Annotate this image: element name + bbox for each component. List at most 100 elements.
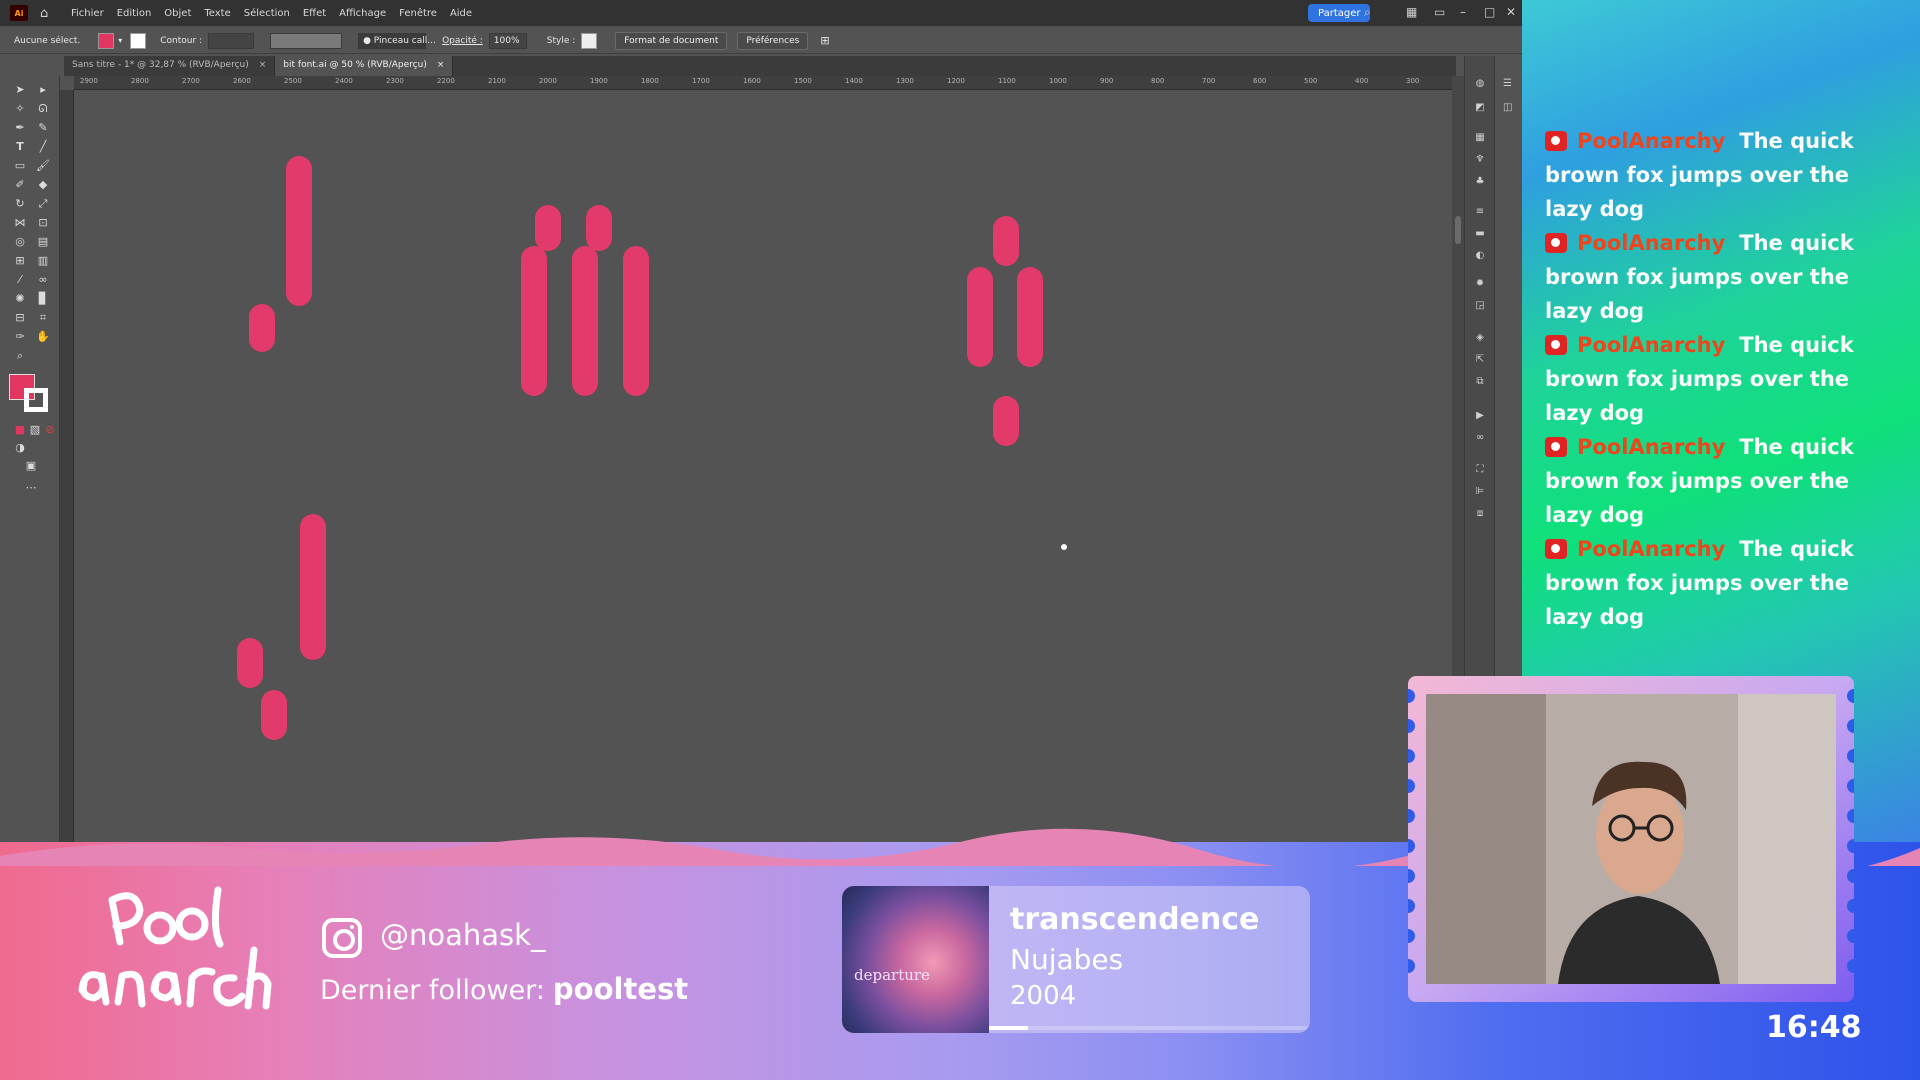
symbol-sprayer-icon[interactable]: ✺ <box>11 291 29 307</box>
opacity-field[interactable]: 100% <box>488 32 527 49</box>
glyph-stroke[interactable] <box>249 304 275 352</box>
eyedropper-icon[interactable]: ⁄ <box>11 272 29 288</box>
menu-edition[interactable]: Edition <box>117 8 152 19</box>
lasso-icon[interactable]: ᘏ <box>34 101 52 117</box>
symbols-icon[interactable]: ♣ <box>1473 176 1487 188</box>
share-button[interactable]: Partager <box>1308 4 1371 22</box>
stroke-color-swatch[interactable] <box>24 388 48 412</box>
menu-texte[interactable]: Texte <box>204 8 230 19</box>
close-icon[interactable]: ✕ <box>1506 5 1516 19</box>
type-tool-icon[interactable]: T <box>11 139 29 155</box>
glyph-stroke[interactable] <box>261 690 287 740</box>
transform-icon[interactable]: ⛶ <box>1473 464 1487 476</box>
home-icon[interactable]: ⌂ <box>40 6 58 21</box>
glyph-stroke[interactable] <box>586 205 612 251</box>
glyph-stroke[interactable] <box>993 396 1019 446</box>
more-tools-icon[interactable]: ⋯ <box>22 480 40 496</box>
shaper-tool-icon[interactable]: ✐ <box>11 177 29 193</box>
graphic-styles-icon[interactable]: ◲ <box>1473 300 1487 312</box>
perspective-grid-icon[interactable]: ▤ <box>34 234 52 250</box>
tab-sans-titre[interactable]: Sans titre - 1* @ 32,87 % (RVB/Aperçu) × <box>64 56 276 76</box>
selection-tool-icon[interactable]: ➤ <box>11 82 29 98</box>
rotate-tool-icon[interactable]: ↻ <box>11 196 29 212</box>
preferences-button[interactable]: Préférences <box>737 31 809 50</box>
shape-builder-icon[interactable]: ◎ <box>11 234 29 250</box>
brush-tool-icon[interactable]: 🖌 <box>34 158 52 174</box>
workspace-icon[interactable]: ▦ <box>1406 5 1417 19</box>
direct-selection-tool-icon[interactable]: ▸ <box>34 82 52 98</box>
libraries-icon[interactable]: ◩ <box>1473 102 1487 114</box>
appearance-icon[interactable]: ✹ <box>1473 278 1487 290</box>
transparency-icon[interactable]: ◐ <box>1473 250 1487 262</box>
close-icon[interactable]: × <box>259 60 267 70</box>
learn-icon[interactable]: ◫ <box>1503 102 1512 113</box>
pathfinder-icon[interactable]: ⧈ <box>1473 508 1487 520</box>
search-icon[interactable]: ⌕ <box>1364 5 1371 20</box>
glyph-stroke[interactable] <box>286 156 312 306</box>
menu-fichier[interactable]: Fichier <box>71 8 104 19</box>
menu-selection[interactable]: Sélection <box>244 8 290 19</box>
artboards-icon[interactable]: ⧉ <box>1473 376 1487 388</box>
glyph-stroke[interactable] <box>623 246 649 396</box>
color-panel-icon[interactable]: ◍ <box>1473 78 1487 90</box>
menu-aide[interactable]: Aide <box>450 8 472 19</box>
brush-field[interactable]: ● Pinceau call... <box>358 32 436 49</box>
curvature-tool-icon[interactable]: ✎ <box>34 120 52 136</box>
arrange-documents-icon[interactable]: ⊞ <box>820 34 829 47</box>
screen-mode-icon[interactable]: ▣ <box>22 458 40 474</box>
glyph-stroke[interactable] <box>237 638 263 688</box>
artboard-canvas[interactable] <box>74 90 1452 860</box>
variable-width-field[interactable] <box>270 32 343 49</box>
hand-tool-icon[interactable]: ✋ <box>34 329 52 345</box>
artboard-tool-icon[interactable]: ⊟ <box>11 310 29 326</box>
slice-tool-icon[interactable]: ⌗ <box>34 310 52 326</box>
menu-effet[interactable]: Effet <box>303 8 326 19</box>
zoom-tool-icon[interactable]: ⌕ <box>11 348 29 364</box>
menu-affichage[interactable]: Affichage <box>339 8 386 19</box>
layers-icon[interactable]: ◈ <box>1473 332 1487 344</box>
stroke-swatch[interactable] <box>130 32 147 49</box>
none-mode-icon[interactable]: ⊘ <box>41 422 59 438</box>
draw-mode-icon[interactable]: ◑ <box>11 440 29 456</box>
align-icon[interactable]: ⊫ <box>1473 486 1487 498</box>
eyedropper-icon-2[interactable]: ✑ <box>11 329 29 345</box>
brushes-icon[interactable]: ♆ <box>1473 154 1487 166</box>
column-graph-icon[interactable]: ▊ <box>34 291 52 307</box>
pen-tool-icon[interactable]: ✒ <box>11 120 29 136</box>
glyph-stroke[interactable] <box>993 216 1019 266</box>
links-icon[interactable]: ∞ <box>1473 432 1487 444</box>
fill-swatch[interactable] <box>98 32 115 49</box>
close-icon[interactable]: × <box>437 60 445 70</box>
glyph-stroke[interactable] <box>1017 267 1043 367</box>
scale-tool-icon[interactable]: ⤢ <box>34 196 52 212</box>
menu-fenetre[interactable]: Fenêtre <box>399 8 437 19</box>
actions-icon[interactable]: ▶ <box>1473 410 1487 422</box>
free-transform-icon[interactable]: ⊡ <box>34 215 52 231</box>
scrollbar-thumb[interactable] <box>1455 216 1461 244</box>
gradient-panel-icon[interactable]: ▬ <box>1473 228 1487 240</box>
magic-wand-icon[interactable]: ✧ <box>11 101 29 117</box>
eraser-tool-icon[interactable]: ◆ <box>34 177 52 193</box>
chevron-down-icon[interactable]: ▾ <box>118 36 122 45</box>
mesh-tool-icon[interactable]: ⊞ <box>11 253 29 269</box>
arrange-icon[interactable]: ▭ <box>1434 5 1445 19</box>
glyph-stroke[interactable] <box>967 267 993 367</box>
glyph-stroke[interactable] <box>535 205 561 251</box>
glyph-stroke[interactable] <box>521 246 547 396</box>
glyph-stroke[interactable] <box>572 246 598 396</box>
swatches-icon[interactable]: ▦ <box>1473 132 1487 144</box>
width-tool-icon[interactable]: ⋈ <box>11 215 29 231</box>
tab-bit-font[interactable]: bit font.ai @ 50 % (RVB/Aperçu) × <box>275 56 454 76</box>
line-tool-icon[interactable]: ╱ <box>34 139 52 155</box>
stroke-weight-field[interactable] <box>208 32 255 49</box>
opacity-label[interactable]: Opacité : <box>442 36 483 46</box>
menu-objet[interactable]: Objet <box>164 8 191 19</box>
glyph-stroke[interactable] <box>300 514 326 660</box>
rectangle-tool-icon[interactable]: ▭ <box>11 158 29 174</box>
properties-icon[interactable]: ☰ <box>1503 78 1512 89</box>
minimize-icon[interactable]: – <box>1460 5 1466 19</box>
document-format-button[interactable]: Format de document <box>615 31 728 50</box>
maximize-icon[interactable]: □ <box>1484 5 1495 19</box>
stroke-panel-icon[interactable]: ≡ <box>1473 206 1487 218</box>
blend-tool-icon[interactable]: ∞ <box>34 272 52 288</box>
